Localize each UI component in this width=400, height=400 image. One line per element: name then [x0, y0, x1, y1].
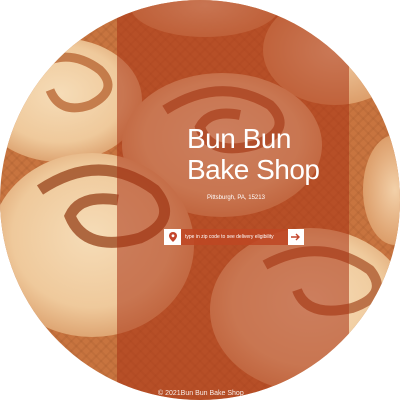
copyright-text: © 2021Bun Bun Bake Shop — [158, 390, 244, 397]
delivery-zip-form — [164, 229, 304, 245]
zip-code-input[interactable] — [181, 229, 288, 245]
arrow-right-icon — [291, 233, 300, 241]
map-pin-icon — [164, 229, 181, 245]
app-root: Bun Bun Bake Shop Pittsburgh, PA, 15213 … — [0, 0, 400, 400]
shop-title: Bun Bun Bake Shop — [187, 123, 320, 185]
shop-location: Pittsburgh, PA, 15213 — [207, 195, 265, 201]
shop-title-line-2: Bake Shop — [187, 154, 320, 185]
hero-circle: Bun Bun Bake Shop Pittsburgh, PA, 15213 … — [0, 0, 400, 400]
submit-zip-button[interactable] — [288, 229, 304, 245]
shop-title-line-1: Bun Bun — [187, 123, 291, 154]
